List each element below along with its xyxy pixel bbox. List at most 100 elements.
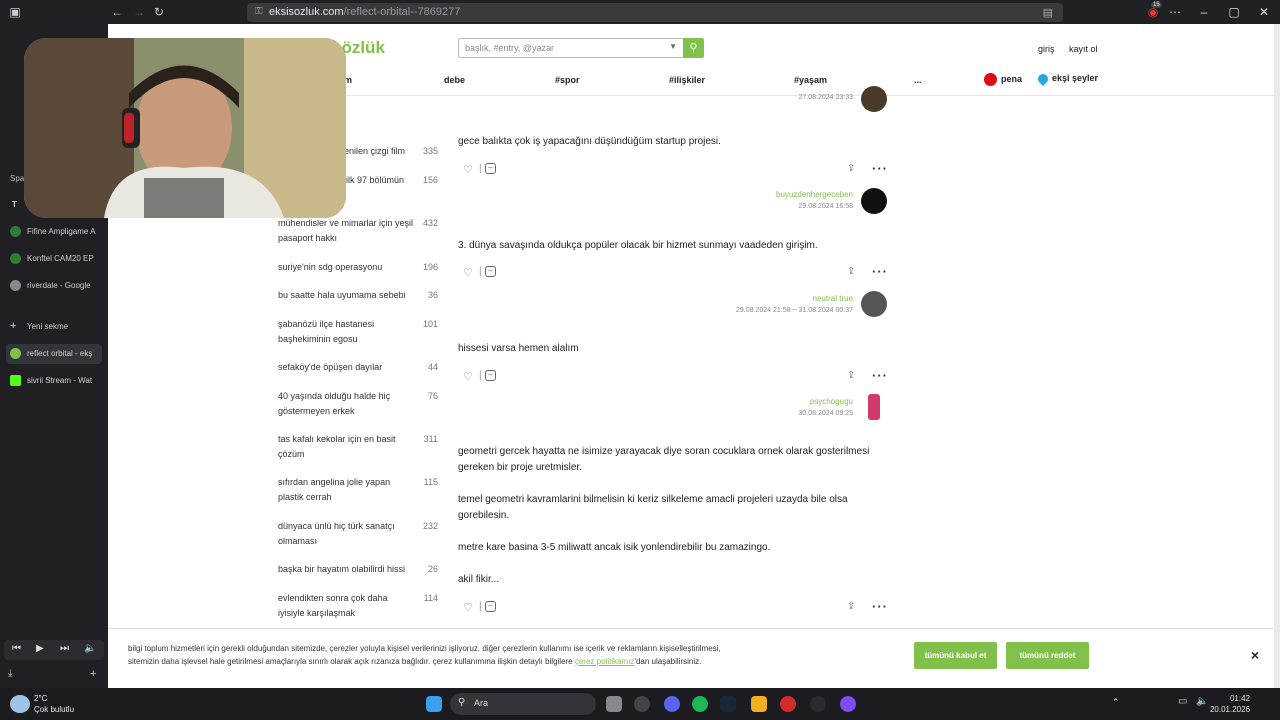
address-bar[interactable]: ⚿ eksisozluk.com/reflect-orbital--786927…: [247, 3, 1063, 22]
obs-icon[interactable]: [634, 696, 650, 712]
forward-icon[interactable]: →: [132, 5, 146, 19]
entry-date[interactable]: 29.08.2024 16:58: [473, 203, 854, 210]
weather-widget[interactable]: 2°C Çok bulutlu: [34, 693, 74, 715]
close-icon[interactable]: ×: [1251, 647, 1259, 663]
entry-date[interactable]: 29.08.2024 21:58 ~ 31.08.2024 00:37: [473, 307, 853, 314]
google-icon: [10, 280, 21, 292]
steam-icon[interactable]: [720, 696, 736, 712]
tab-group-label: Spa: [10, 174, 25, 183]
file-explorer-icon[interactable]: [751, 696, 767, 712]
share-icon[interactable]: ⇪: [847, 266, 855, 277]
sidebar-toggle-icon[interactable]: ▣: [8, 5, 22, 19]
minus-icon[interactable]: –: [485, 601, 496, 612]
author-link[interactable]: neutral true: [473, 294, 853, 303]
entry-paragraph: metre kare basina 3-5 miliwatt ancak isi…: [458, 542, 771, 553]
login-link[interactable]: giriş: [1038, 44, 1055, 54]
media-controls: ⏮ ▶ ⏭ 🔈: [4, 640, 104, 660]
weather-icon[interactable]: [10, 695, 30, 713]
cookie-policy-link[interactable]: çerez politikamız: [575, 657, 635, 666]
minus-icon[interactable]: –: [485, 163, 496, 174]
taskbar-search[interactable]: ⚲ Ara: [450, 693, 596, 715]
tab-item-kick-stream[interactable]: sivrii Stream - Wat: [6, 371, 102, 391]
tab-item-konftel[interactable]: Konftel CAM20 EP: [6, 249, 102, 269]
share-icon[interactable]: ⇪: [847, 370, 855, 381]
heart-icon[interactable]: ♡: [463, 601, 473, 614]
author-link[interactable]: buyuzdenhergeceben: [473, 190, 853, 199]
lock-icon: ⚿: [255, 6, 263, 17]
minus-icon[interactable]: –: [485, 370, 496, 381]
more-icon[interactable]: ···: [872, 264, 888, 279]
kick-icon: [10, 375, 21, 387]
pena-icon: [984, 73, 997, 86]
app-icon[interactable]: [810, 696, 826, 712]
cookie-text: bilgi toplum hizmetleri için gerekli old…: [128, 644, 721, 666]
page-scrollbar[interactable]: [1274, 24, 1280, 688]
eksi-drop-icon: [10, 348, 21, 360]
register-link[interactable]: kayıt ol: [1069, 44, 1098, 54]
nav-spor[interactable]: #spor: [555, 75, 580, 85]
url-text: eksisozluk.com/reflect-orbital--7869277: [269, 6, 461, 18]
chevron-down-icon[interactable]: ▼: [669, 42, 677, 51]
next-icon[interactable]: ⏭: [60, 643, 69, 654]
nav-iliskiler[interactable]: #ilişkiler: [669, 75, 705, 85]
reader-icon[interactable]: ▤: [1043, 6, 1053, 19]
start-icon[interactable]: [426, 696, 442, 712]
entry-author-info: psychogugu 30.08.2024 09:25: [473, 397, 854, 417]
avatar[interactable]: [868, 394, 880, 420]
nav-yasam[interactable]: #yaşam: [794, 75, 827, 85]
discord-icon[interactable]: [664, 696, 680, 712]
avatar[interactable]: [861, 291, 887, 317]
heart-icon[interactable]: ♡: [463, 370, 473, 383]
reject-all-button[interactable]: tümünü reddet: [1006, 642, 1089, 669]
more-icon[interactable]: ···: [872, 161, 888, 176]
entry-actions: ♡ | – ⇪ ···: [463, 599, 888, 614]
entry-text: 3. dünya savaşında oldukça popüler olaca…: [458, 240, 818, 251]
nav-more[interactable]: ...: [914, 75, 922, 85]
nav-eksi-seyler[interactable]: ekşi şeyler: [1035, 71, 1098, 86]
tab-item-riverdale[interactable]: riverdale - Google: [6, 276, 102, 296]
share-icon[interactable]: ⇪: [847, 163, 855, 174]
more-icon[interactable]: ···: [872, 368, 888, 383]
download-icon[interactable]: ⤓: [8, 668, 12, 679]
back-icon[interactable]: ←: [110, 5, 124, 19]
previous-icon[interactable]: ⏮: [12, 643, 21, 654]
avatar[interactable]: [861, 86, 887, 112]
search-input[interactable]: başlık, #entry, @yazar ▼: [458, 38, 686, 58]
entry-text: hissesi varsa hemen alalım: [458, 343, 579, 354]
nav-pena[interactable]: pena: [984, 73, 1022, 86]
entry-date[interactable]: 30.08.2024 09:25: [473, 410, 854, 417]
system-clock[interactable]: 01:42 20.01.2026: [1210, 693, 1250, 715]
accept-all-button[interactable]: tümünü kabul et: [914, 642, 997, 669]
nav-debe[interactable]: debe: [444, 75, 465, 85]
browser-icon[interactable]: [840, 696, 856, 712]
add-icon[interactable]: +: [90, 668, 96, 680]
volume-icon[interactable]: 🔈: [84, 643, 96, 654]
minimize-icon[interactable]: –: [1192, 4, 1216, 20]
maximize-icon[interactable]: ▢: [1222, 4, 1246, 20]
close-window-icon[interactable]: ✕: [1252, 4, 1276, 20]
heart-icon[interactable]: ♡: [463, 163, 473, 176]
new-tab-button[interactable]: + Yeni sekme: [6, 317, 102, 337]
author-link[interactable]: psychogugu: [473, 397, 853, 406]
task-view-icon[interactable]: [606, 696, 622, 712]
minus-icon[interactable]: –: [485, 266, 496, 277]
more-icon[interactable]: ···: [872, 599, 888, 614]
pinned-tab-icon[interactable]: T: [12, 200, 17, 209]
search-button[interactable]: ⚲: [683, 38, 704, 58]
chevron-up-icon[interactable]: ⌃: [1112, 697, 1120, 708]
speaker-icon[interactable]: 🔈: [1196, 696, 1208, 707]
network-icon[interactable]: ▭: [1178, 696, 1187, 707]
play-icon[interactable]: ▶: [36, 643, 44, 654]
tab-item-reflect-orbital[interactable]: reflect orbital - ekş: [6, 344, 102, 364]
search-icon: ⚲: [689, 42, 698, 54]
search-icon: ⚲: [458, 697, 466, 708]
more-icon[interactable]: ⋯: [1168, 5, 1182, 19]
tab-item-fifine[interactable]: Fifine Ampligame A: [6, 222, 102, 242]
avatar[interactable]: [861, 188, 887, 214]
app-icon[interactable]: [780, 696, 796, 712]
share-icon[interactable]: ⇪: [847, 601, 855, 612]
spotify-icon[interactable]: [692, 696, 708, 712]
reload-icon[interactable]: ↻: [152, 5, 166, 19]
heart-icon[interactable]: ♡: [463, 266, 473, 279]
cookie-banner: bilgi toplum hizmetleri için gerekli old…: [108, 628, 1274, 684]
